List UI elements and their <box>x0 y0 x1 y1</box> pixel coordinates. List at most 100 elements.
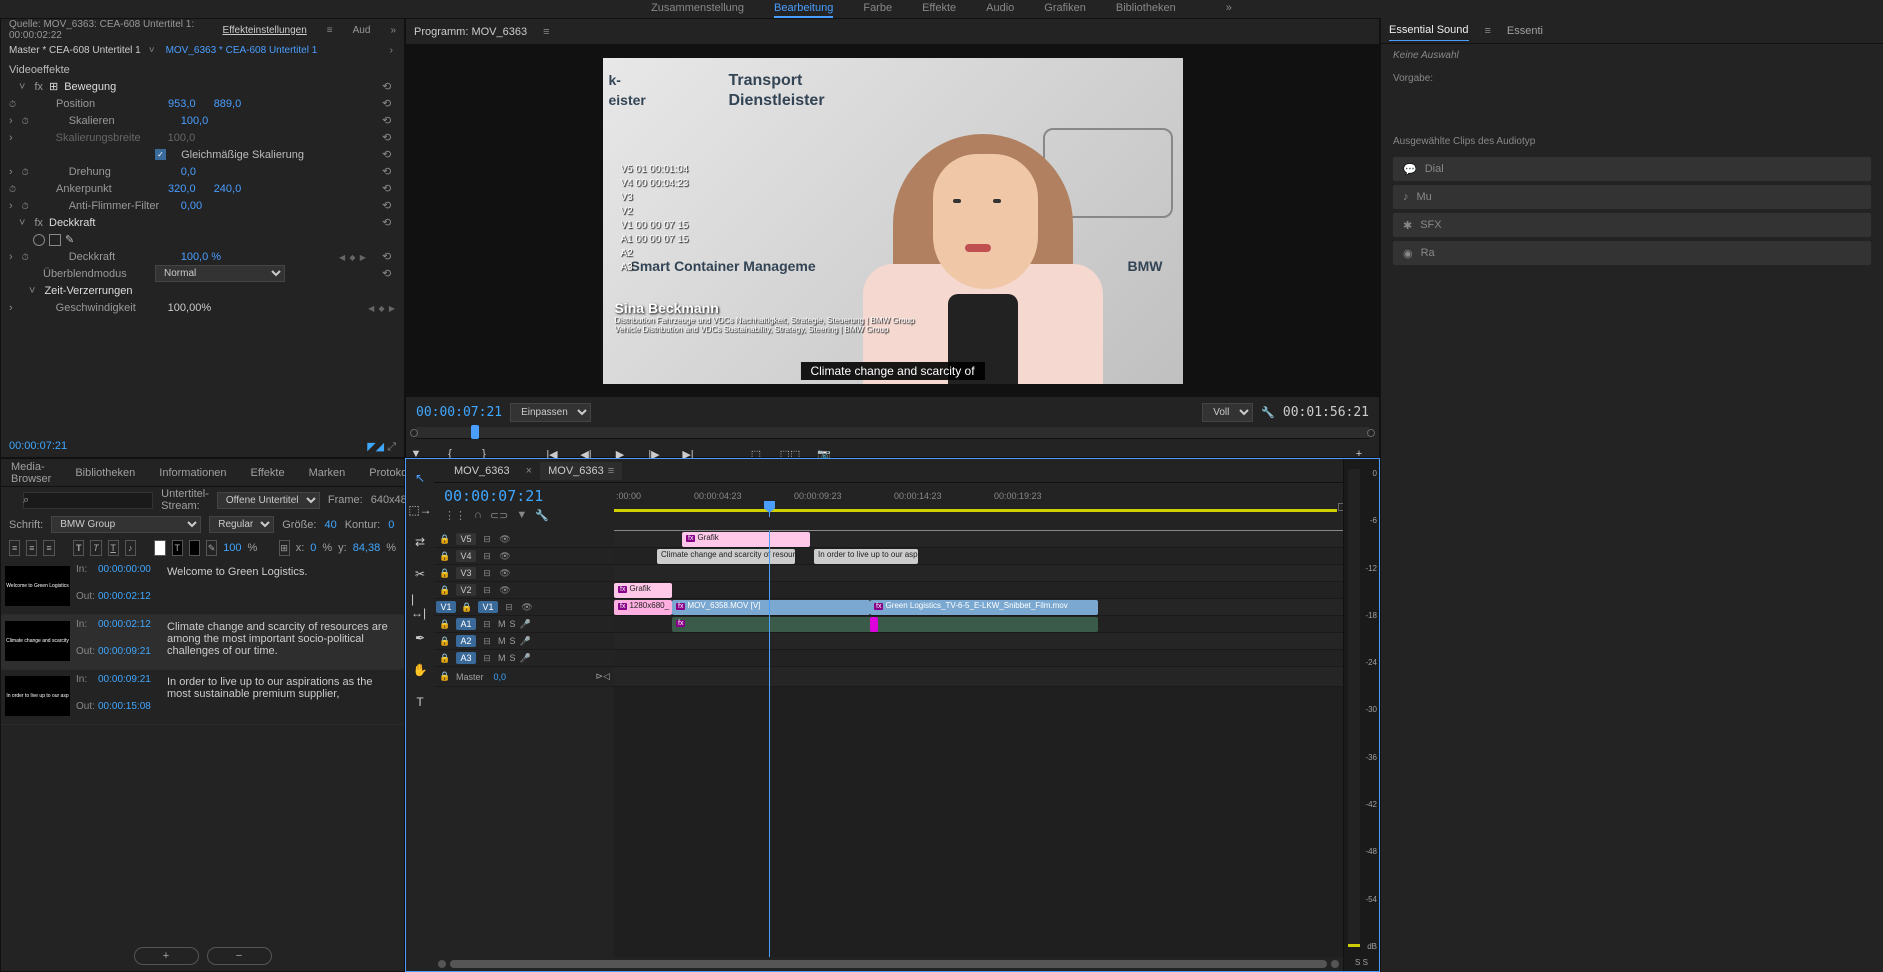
solo-indicators[interactable]: S S <box>1344 958 1379 967</box>
caret-icon[interactable] <box>19 217 28 229</box>
prop-speed-value[interactable]: 100,00% <box>168 302 211 314</box>
clip-a1[interactable]: fx <box>672 617 1098 632</box>
prop-scale-value[interactable]: 100,0 <box>181 115 209 127</box>
solo-icon[interactable]: S <box>510 619 516 629</box>
timeline-scrollbar[interactable] <box>434 957 1343 971</box>
source-patch-v1[interactable]: V1 <box>436 601 456 613</box>
prop-rotation-value[interactable]: 0,0 <box>181 166 196 178</box>
sync-lock-icon[interactable]: ⊟ <box>480 566 494 580</box>
scroll-thumb[interactable] <box>450 960 1327 968</box>
voiceover-icon[interactable]: 🎤 <box>520 619 531 630</box>
prop-anchor-x[interactable]: 320,0 <box>168 183 196 195</box>
caret-icon[interactable] <box>29 285 38 297</box>
sync-lock-icon[interactable]: ⊟ <box>480 532 494 546</box>
zoom-handle-left[interactable] <box>438 960 446 968</box>
workspace-tab-audio[interactable]: Audio <box>986 2 1014 18</box>
add-caption-button[interactable]: + <box>134 947 199 965</box>
tab-media-browser[interactable]: Media-Browser <box>11 461 51 485</box>
track-header-v5[interactable]: 🔒V5⊟👁 <box>434 531 614 548</box>
blend-mode-select[interactable]: Normal <box>155 265 285 282</box>
ripple-edit-tool-icon[interactable]: ⇄ <box>411 533 429 551</box>
master-pan-value[interactable]: 0,0 <box>494 672 507 682</box>
source-jog-icon[interactable]: ◤◢ <box>367 441 384 453</box>
bg-swatch[interactable] <box>189 540 200 556</box>
track-header-v2[interactable]: 🔒V2⊟👁 <box>434 582 614 599</box>
selection-tool-icon[interactable]: ↖ <box>411 469 429 487</box>
italic-icon[interactable]: T <box>90 540 101 556</box>
panel-menu-icon[interactable] <box>1485 25 1491 37</box>
solo-icon[interactable]: S <box>510 636 516 646</box>
expand-icon[interactable]: ⊳◁ <box>596 671 610 682</box>
razor-tool-icon[interactable]: ✂ <box>411 565 429 583</box>
program-tab[interactable]: Programm: MOV_6363 <box>414 22 527 42</box>
bold-icon[interactable]: T <box>73 540 84 556</box>
track-header-master[interactable]: 🔒Master0,0⊳◁ <box>434 667 614 687</box>
fx-motion-caret-icon[interactable] <box>19 81 28 93</box>
y-value[interactable]: 84,38 <box>353 542 381 554</box>
timeline-sequence-tab[interactable]: MOV_6363 <box>446 462 518 480</box>
reset-icon[interactable] <box>382 165 396 179</box>
fx-motion-reset-icon[interactable] <box>382 80 396 94</box>
align-center-icon[interactable]: ≡ <box>26 540 37 556</box>
tab-info[interactable]: Informationen <box>159 467 226 479</box>
breadcrumb-caret-icon[interactable] <box>149 45 158 56</box>
monitor-settings-icon[interactable]: 🔧 <box>1261 406 1275 419</box>
prop-position-x[interactable]: 953,0 <box>168 98 196 110</box>
keyframe-nav-icon[interactable] <box>368 302 396 314</box>
hand-tool-icon[interactable]: ✋ <box>411 661 429 679</box>
program-tc-left[interactable]: 00:00:07:21 <box>416 405 502 420</box>
stopwatch-icon[interactable] <box>9 183 16 195</box>
lock-icon[interactable]: 🔒 <box>438 634 452 648</box>
workspace-tab-libraries[interactable]: Bibliotheken <box>1116 2 1176 18</box>
solo-icon[interactable]: S <box>510 653 516 663</box>
workspace-tab-graphics[interactable]: Grafiken <box>1044 2 1086 18</box>
caption-in-tc[interactable]: 00:00:09:21 <box>98 674 151 685</box>
program-scrub-ruler[interactable] <box>416 427 1369 439</box>
mute-icon[interactable]: M <box>498 619 506 629</box>
align-left-icon[interactable]: ≡ <box>9 540 20 556</box>
snap-icon[interactable]: ⋮⋮ <box>444 509 466 522</box>
music-note-icon[interactable]: ♪ <box>125 540 136 556</box>
playhead[interactable] <box>769 505 770 517</box>
clip-grafik-v2[interactable]: fxGrafik <box>614 583 672 598</box>
text-color-icon[interactable] <box>154 540 165 556</box>
fx-opacity-row[interactable]: fx Deckkraft <box>9 214 396 231</box>
voiceover-icon[interactable]: 🎤 <box>520 636 531 647</box>
caption-in-tc[interactable]: 00:00:02:12 <box>98 619 151 630</box>
voiceover-icon[interactable]: 🎤 <box>520 653 531 664</box>
font-style-select[interactable]: Regular <box>209 516 274 533</box>
prop-opacity-value[interactable]: 100,0 % <box>181 251 221 263</box>
track-header-v4[interactable]: 🔒V4⊟👁 <box>434 548 614 565</box>
lock-icon[interactable]: 🔒 <box>438 566 452 580</box>
tab-effects[interactable]: Effekte <box>251 467 285 479</box>
edge-value[interactable]: 0 <box>388 519 394 531</box>
caption-opacity-value[interactable]: 100 <box>223 542 241 554</box>
caret-icon[interactable] <box>9 200 16 212</box>
sync-lock-icon[interactable]: ⊟ <box>480 549 494 563</box>
reset-icon[interactable] <box>382 182 396 196</box>
sync-lock-icon[interactable]: ⊟ <box>480 634 494 648</box>
source-playhead-tc[interactable]: 00:00:07:21 <box>9 440 67 454</box>
clip-v1-b[interactable]: fxMOV_6358.MOV [V] <box>672 600 870 615</box>
audio-type-ambience-button[interactable]: ◉Ra <box>1393 241 1871 265</box>
breadcrumb-clip[interactable]: MOV_6363 * CEA-608 Untertitel 1 <box>166 45 318 56</box>
caption-clip[interactable]: In order to live up to our aspi <box>814 549 918 564</box>
clip-v1-c[interactable]: fxGreen Logistics_TV-6-5_E-LKW_Snibbet_F… <box>870 600 1098 615</box>
caption-text-input[interactable]: Welcome to Green Logistics. <box>159 560 404 614</box>
visibility-icon[interactable]: 👁 <box>520 600 534 614</box>
caption-text-input[interactable]: In order to live up to our aspirations a… <box>159 670 404 724</box>
stopwatch-icon[interactable] <box>22 200 29 212</box>
tab-libraries[interactable]: Bibliotheken <box>75 467 135 479</box>
stream-select[interactable]: Offene Untertitel <box>217 492 320 509</box>
keyframe-nav-icon[interactable] <box>339 251 367 263</box>
zoom-handle-right[interactable] <box>1331 960 1339 968</box>
font-size-value[interactable]: 40 <box>324 519 336 531</box>
workspace-tab-effects[interactable]: Effekte <box>922 2 956 18</box>
timeline-sequence-tab[interactable]: MOV_6363 <box>540 462 622 480</box>
eyedropper-icon[interactable]: ✎ <box>206 540 217 556</box>
mute-icon[interactable]: M <box>498 636 506 646</box>
mask-pen-icon[interactable]: ✎ <box>65 233 74 246</box>
mask-ellipse-icon[interactable] <box>33 234 45 246</box>
track-header-v1[interactable]: V1🔒V1⊟👁 <box>434 599 614 616</box>
stopwatch-icon[interactable] <box>22 251 29 263</box>
